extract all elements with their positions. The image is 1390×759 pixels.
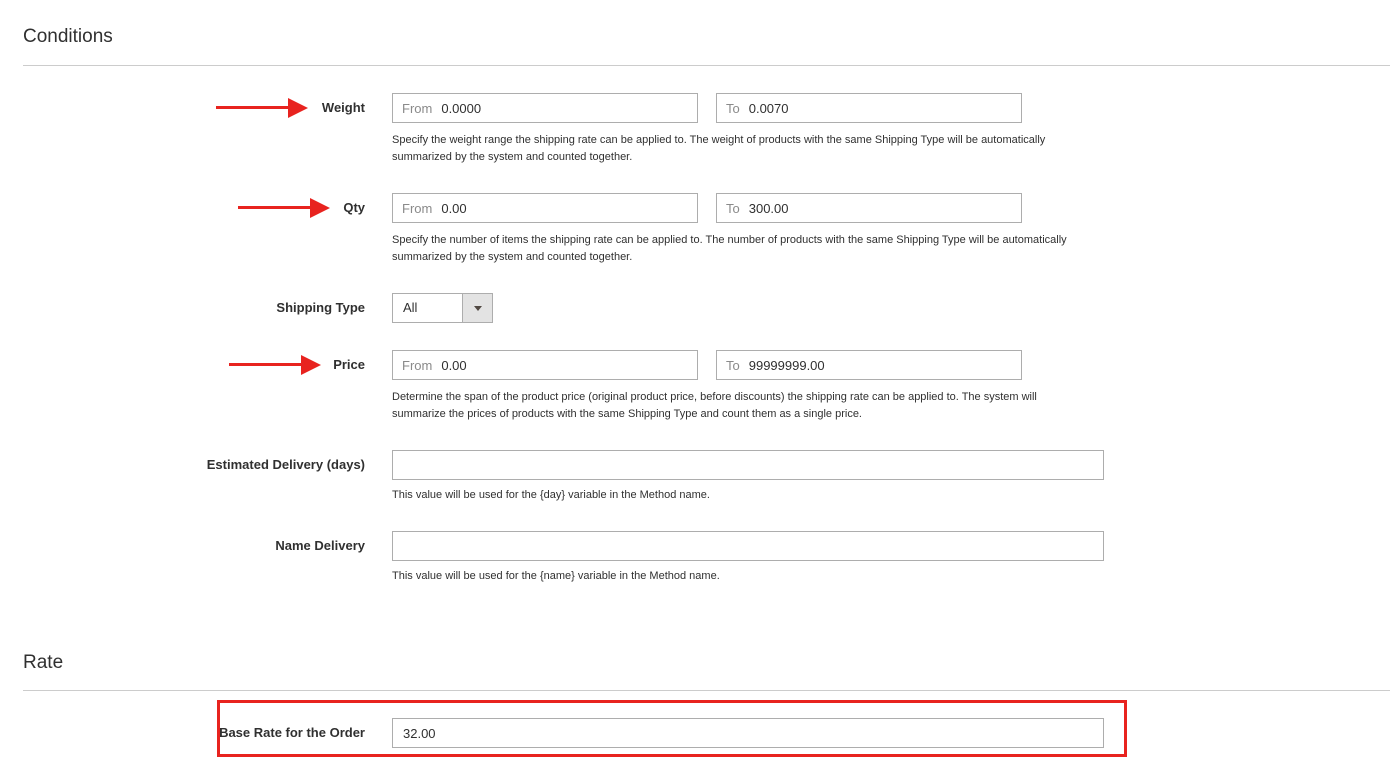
shipping-type-toggle[interactable]: [462, 294, 492, 322]
qty-from-prefix: From: [402, 200, 433, 216]
conditions-divider: [23, 65, 1390, 66]
estimated-delivery-label: Estimated Delivery (days): [206, 457, 365, 472]
rate-title: Rate: [23, 652, 64, 673]
price-to-prefix: To: [726, 357, 740, 373]
base-rate-input[interactable]: [392, 718, 1104, 748]
weight-from-prefix: From: [402, 100, 433, 116]
name-delivery-note: This value will be used for the {name} v…: [392, 570, 720, 582]
qty-to-prefix: To: [726, 200, 740, 216]
estimated-delivery-input[interactable]: [392, 450, 1104, 480]
estimated-delivery-note: This value will be used for the {day} va…: [392, 489, 710, 501]
qty-note: Specify the number of items the shipping…: [392, 234, 1067, 263]
price-from-input[interactable]: [441, 357, 672, 373]
qty-to-field[interactable]: To: [716, 193, 1022, 223]
qty-from-field[interactable]: From: [392, 193, 698, 223]
name-delivery-input[interactable]: [392, 531, 1104, 561]
price-note: Determine the span of the product price …: [392, 391, 1037, 420]
base-rate-label: Base Rate for the Order: [219, 725, 365, 740]
weight-label: Weight: [321, 100, 365, 115]
weight-to-field[interactable]: To: [716, 93, 1022, 123]
shipping-type-select[interactable]: All: [392, 293, 493, 323]
weight-to-input[interactable]: [748, 100, 979, 116]
conditions-title: Conditions: [23, 26, 113, 47]
name-delivery-label: Name Delivery: [275, 538, 365, 553]
shipping-type-selected-value: All: [403, 300, 418, 315]
rate-divider: [23, 690, 1390, 691]
price-label: Price: [333, 357, 365, 372]
weight-from-field[interactable]: From: [392, 93, 698, 123]
chevron-down-icon: [473, 305, 482, 311]
qty-to-input[interactable]: [748, 200, 979, 216]
qty-from-input[interactable]: [441, 200, 672, 216]
price-to-input[interactable]: [748, 357, 979, 373]
price-to-field[interactable]: To: [716, 350, 1022, 380]
weight-note: Specify the weight range the shipping ra…: [392, 134, 1046, 163]
qty-label: Qty: [343, 200, 365, 215]
price-from-prefix: From: [402, 357, 433, 373]
weight-to-prefix: To: [726, 100, 740, 116]
price-from-field[interactable]: From: [392, 350, 698, 380]
weight-from-input[interactable]: [441, 100, 672, 116]
shipping-type-label: Shipping Type: [276, 300, 365, 315]
